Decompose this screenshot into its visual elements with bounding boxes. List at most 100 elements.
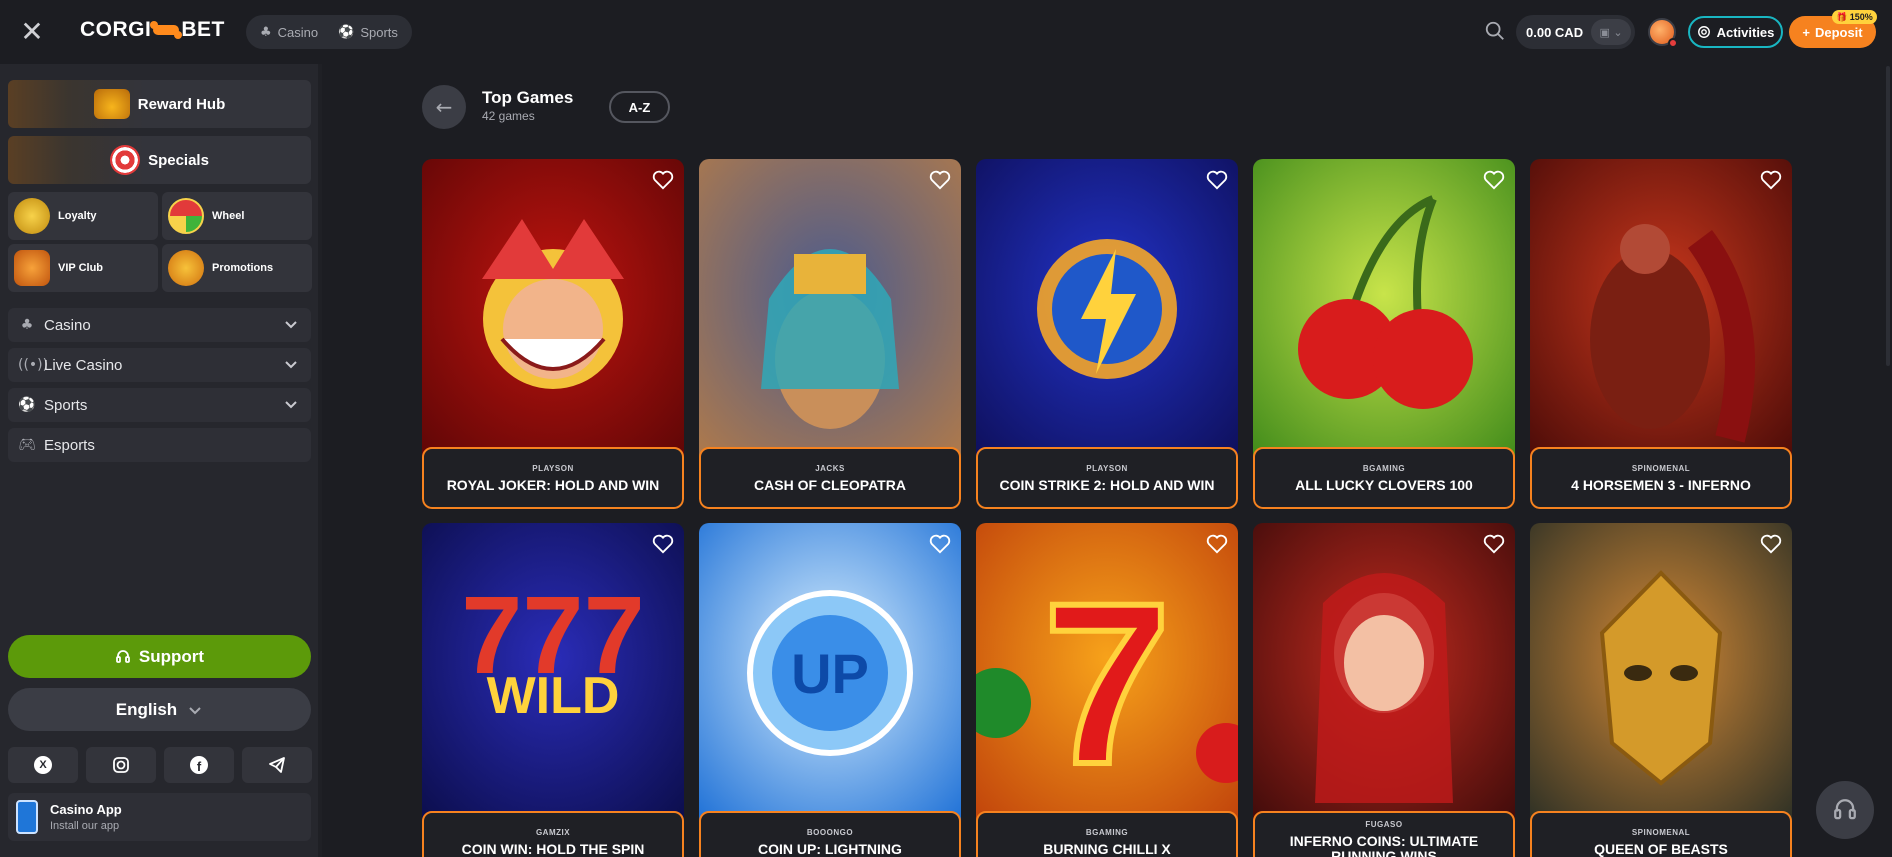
tab-casino-label: Casino — [277, 24, 319, 40]
support-button[interactable]: Support — [8, 635, 311, 678]
game-label: FUGASO INFERNO COINS: ULTIMATE RUNNING WI… — [1253, 811, 1515, 857]
telegram-social-button[interactable] — [242, 747, 312, 783]
game-thumbnail — [1530, 523, 1792, 823]
favorite-heart-icon[interactable] — [1758, 167, 1784, 193]
reward-hub-button[interactable]: Reward Hub — [8, 80, 311, 128]
game-label: BOOONGO COIN UP: LIGHTNING — [699, 811, 961, 857]
megaphone-icon — [168, 250, 204, 286]
scrollbar-thumb[interactable] — [1886, 66, 1890, 366]
casino-icon: ♣ — [260, 24, 272, 40]
favorite-heart-icon[interactable] — [1758, 531, 1784, 557]
game-card[interactable]: PLAYSON ROYAL JOKER: HOLD AND WIN — [422, 159, 684, 509]
instagram-social-button[interactable] — [86, 747, 156, 783]
support-label: Support — [138, 646, 205, 666]
app-title: Casino App — [50, 802, 122, 817]
game-card[interactable]: PLAYSON COIN STRIKE 2: HOLD AND WIN — [976, 159, 1238, 509]
svg-text:WILD: WILD — [487, 667, 620, 725]
sort-az-button[interactable]: A-Z — [609, 91, 670, 123]
sidebar-item-label: Esports — [44, 436, 95, 454]
loyalty-tile[interactable]: Loyalty — [8, 192, 158, 240]
wheel-label: Wheel — [212, 210, 245, 222]
game-name: COIN WIN: HOLD THE SPIN — [461, 840, 645, 857]
game-thumbnail — [1530, 159, 1792, 459]
game-name: QUEEN OF BEASTS — [1594, 840, 1728, 857]
tab-casino[interactable]: ♣ Casino — [250, 18, 328, 46]
game-label: SPINOMENAL QUEEN OF BEASTS — [1530, 811, 1792, 857]
game-thumbnail — [976, 159, 1238, 459]
target-icon — [1697, 26, 1710, 38]
favorite-heart-icon[interactable] — [1481, 167, 1507, 193]
sidebar: Reward Hub Specials Loyalty Wheel VIP Cl… — [0, 64, 318, 857]
close-icon[interactable]: ✕ — [20, 18, 44, 46]
search-icon[interactable] — [1484, 20, 1506, 42]
game-provider: SPINOMENAL — [1631, 463, 1691, 473]
deposit-label: Deposit — [1814, 24, 1863, 40]
deposit-bonus-value: 150% — [1849, 12, 1873, 22]
game-card[interactable]: UP BOOONGO COIN UP: LIGHTNING — [699, 523, 961, 857]
favorite-heart-icon[interactable] — [1204, 167, 1230, 193]
instagram-icon — [113, 757, 129, 773]
game-provider: PLAYSON — [532, 463, 574, 473]
facebook-social-button[interactable]: f — [164, 747, 234, 783]
game-card[interactable]: 777 WILD GAMZIX COIN WIN: HOLD THE SPIN — [422, 523, 684, 857]
sports-icon: ⚽ — [338, 24, 355, 40]
game-card[interactable]: FUGASO INFERNO COINS: ULTIMATE RUNNING WI… — [1253, 523, 1515, 857]
casino-icon: ♣ — [20, 317, 34, 333]
logo-text-right: BET — [181, 18, 225, 41]
balance-amount: 0.00 CAD — [1526, 24, 1584, 40]
games-count: 42 games — [482, 109, 535, 123]
phone-icon — [16, 800, 38, 834]
game-card[interactable]: SPINOMENAL 4 HORSEMEN 3 - INFERNO — [1530, 159, 1792, 509]
game-provider: BOOONGO — [806, 827, 854, 837]
vip-club-tile[interactable]: VIP Club — [8, 244, 158, 292]
help-chat-button[interactable] — [1816, 781, 1874, 839]
game-card[interactable]: JACKS CASH OF CLEOPATRA — [699, 159, 961, 509]
dart-target-icon — [110, 145, 141, 175]
language-select[interactable]: English — [8, 688, 311, 731]
favorite-heart-icon[interactable] — [927, 167, 953, 193]
game-label: SPINOMENAL 4 HORSEMEN 3 - INFERNO — [1530, 447, 1792, 509]
wallet-icon: ▣ ⌄ — [1591, 19, 1632, 45]
tab-sports[interactable]: ⚽ Sports — [328, 18, 408, 46]
game-provider: FUGASO — [1365, 820, 1403, 829]
game-label: PLAYSON COIN STRIKE 2: HOLD AND WIN — [976, 447, 1238, 509]
game-provider: JACKS — [815, 463, 845, 473]
casino-app-promo[interactable]: Casino App Install our app — [8, 793, 311, 841]
favorite-heart-icon[interactable] — [1204, 531, 1230, 557]
logo[interactable]: CORGI BET — [80, 18, 225, 42]
game-provider: BGAMING — [1362, 463, 1406, 473]
wheel-tile[interactable]: Wheel — [162, 192, 312, 240]
game-card[interactable]: SPINOMENAL QUEEN OF BEASTS — [1530, 523, 1792, 857]
promotions-tile[interactable]: Promotions — [162, 244, 312, 292]
sidebar-item-label: Sports — [44, 396, 88, 414]
scrollbar[interactable] — [1884, 64, 1892, 857]
sidebar-item-label: Casino — [44, 316, 91, 334]
favorite-heart-icon[interactable] — [650, 167, 676, 193]
main-content: ← Top Games 42 games A-Z PLAYSON ROYAL JO… — [322, 64, 1892, 857]
sidebar-item-esports[interactable]: 🎮︎ Esports — [8, 428, 311, 462]
specials-button[interactable]: Specials — [8, 136, 311, 184]
game-card[interactable]: BGAMING ALL LUCKY CLOVERS 100 — [1253, 159, 1515, 509]
back-button[interactable]: ← — [422, 85, 466, 129]
favorite-heart-icon[interactable] — [927, 531, 953, 557]
game-card[interactable]: 7 BGAMING BURNING CHILLI X — [976, 523, 1238, 857]
x-social-button[interactable]: X — [8, 747, 78, 783]
gamepad-icon: 🎮︎ — [18, 437, 36, 453]
avatar[interactable] — [1648, 18, 1678, 48]
headset-icon — [116, 649, 130, 663]
balance-selector[interactable]: 0.00 CAD ▣ ⌄ — [1516, 15, 1636, 49]
game-name: COIN STRIKE 2: HOLD AND WIN — [999, 476, 1215, 493]
game-thumbnail — [1253, 159, 1515, 459]
treasure-icon — [93, 89, 130, 119]
favorite-heart-icon[interactable] — [650, 531, 676, 557]
svg-text:UP: UP — [791, 642, 869, 705]
game-provider: BGAMING — [1085, 827, 1129, 837]
app-subtitle: Install our app — [50, 820, 120, 832]
sidebar-item-casino[interactable]: ♣ Casino — [8, 308, 311, 342]
sidebar-item-live-casino[interactable]: ((•)) Live Casino — [8, 348, 311, 382]
favorite-heart-icon[interactable] — [1481, 531, 1507, 557]
activities-button[interactable]: Activities — [1688, 16, 1783, 48]
sidebar-item-sports[interactable]: ⚽ Sports — [8, 388, 311, 422]
game-thumbnail: UP — [699, 523, 961, 823]
sidebar-item-label: Live Casino — [44, 356, 123, 374]
